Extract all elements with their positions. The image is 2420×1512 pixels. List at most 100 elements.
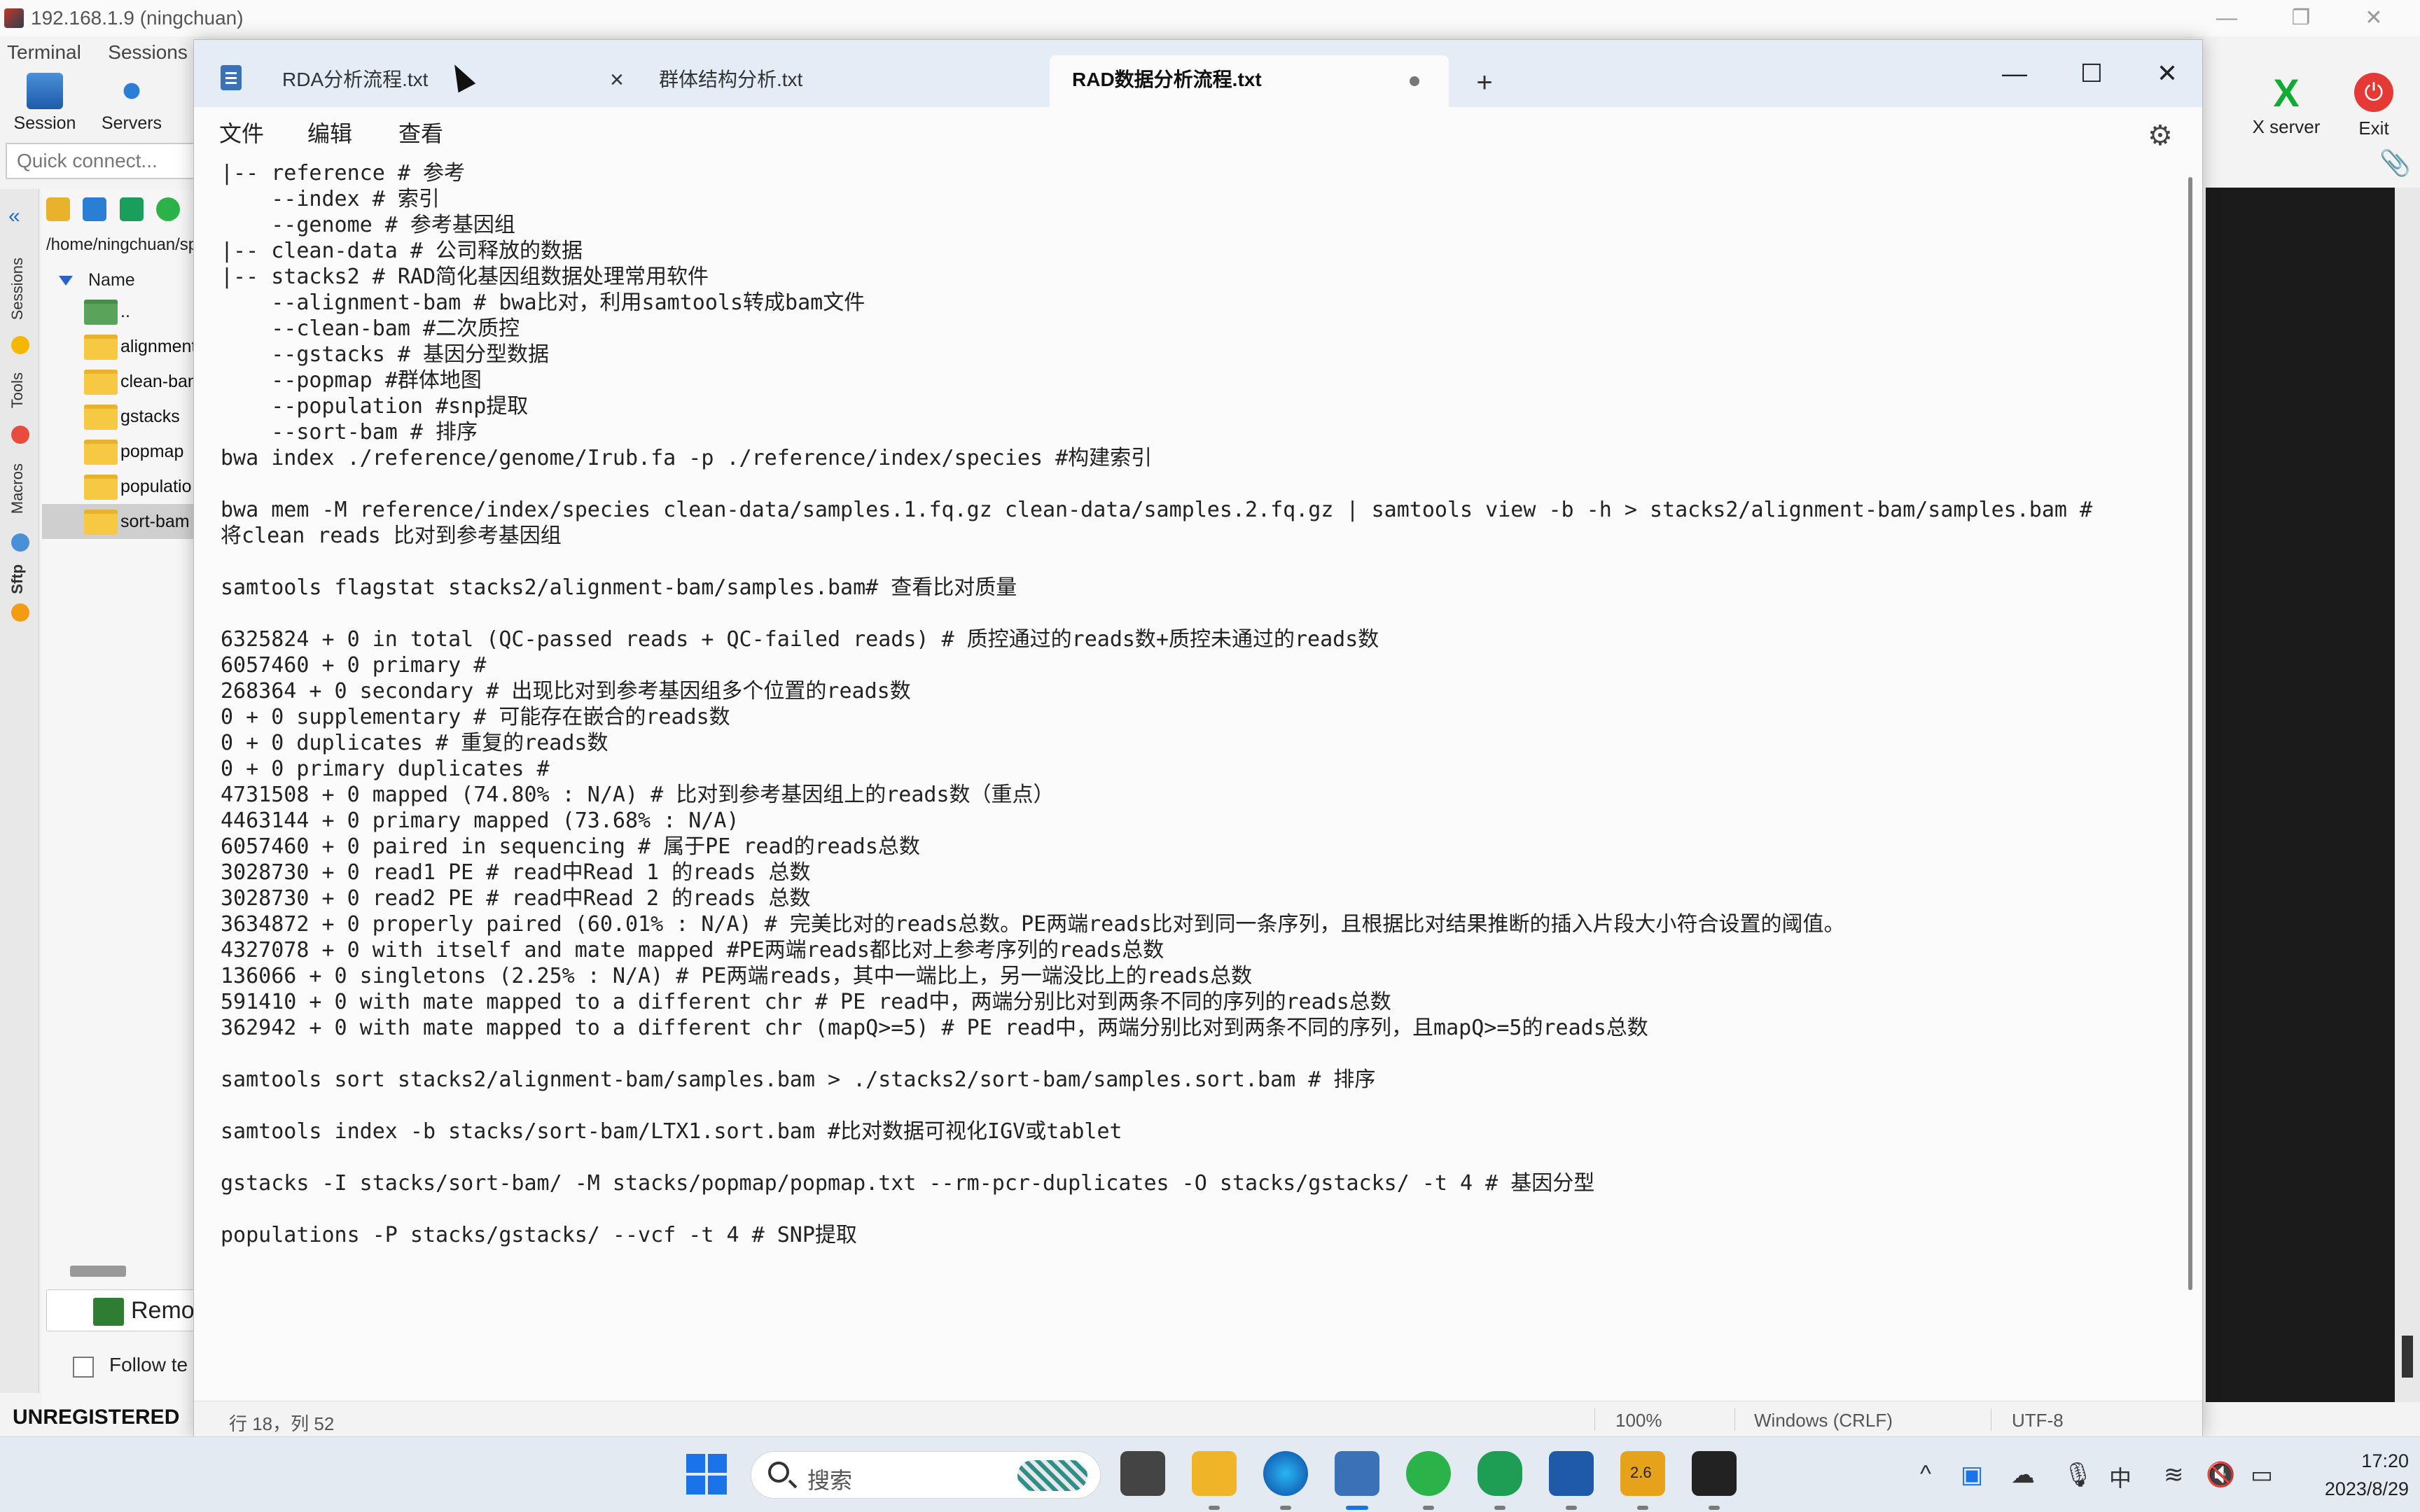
- text-line: --popmap #群体地图: [221, 368, 482, 393]
- tab-macros[interactable]: Macros: [8, 463, 27, 514]
- running-indicator: [1423, 1506, 1434, 1510]
- quick-connect-input[interactable]: Quick connect...: [6, 143, 195, 179]
- notepad-taskbar-icon[interactable]: [1335, 1451, 1379, 1510]
- refresh-icon[interactable]: [156, 197, 181, 221]
- exit-button[interactable]: ⏻ Exit: [2339, 70, 2409, 139]
- download-icon[interactable]: [83, 197, 107, 221]
- xserver-button[interactable]: XX server: [2248, 70, 2325, 138]
- tab-sessions[interactable]: Sessions: [8, 258, 27, 320]
- close-button[interactable]: ✕: [2339, 3, 2409, 34]
- task-view-icon[interactable]: [1120, 1451, 1165, 1496]
- remote-monitoring-button[interactable]: Remo: [46, 1289, 196, 1331]
- menu-terminal[interactable]: Terminal: [7, 36, 81, 69]
- tab-tools[interactable]: Tools: [8, 372, 27, 408]
- text-line: [221, 1093, 2092, 1119]
- sftp-folder-row-selected[interactable]: sort-bam: [42, 504, 196, 539]
- gear-icon[interactable]: ⚙: [2148, 120, 2173, 152]
- text-line: samtools index -b stacks/sort-bam/LTX1.s…: [221, 1119, 1122, 1144]
- notepad-minimize-button[interactable]: —: [1980, 52, 2050, 94]
- editor-vertical-scrollbar[interactable]: [2188, 177, 2192, 1290]
- scroll-thumb[interactable]: [2402, 1336, 2413, 1378]
- start-button[interactable]: [686, 1454, 727, 1494]
- tray-app-icon[interactable]: ▣: [1961, 1461, 1983, 1489]
- upload-icon[interactable]: [119, 197, 144, 221]
- running-indicator: [1566, 1506, 1577, 1510]
- ime-indicator[interactable]: 中: [2109, 1461, 2132, 1493]
- dolphin-app-icon[interactable]: [1477, 1451, 1522, 1510]
- sftp-path[interactable]: /home/ningchuan/sp: [46, 235, 197, 255]
- virtualbox-icon[interactable]: [1549, 1451, 1594, 1510]
- running-indicator: [1346, 1506, 1368, 1510]
- chevron-up-icon[interactable]: ^: [1920, 1461, 1931, 1488]
- terminal-scrollbar[interactable]: [2395, 188, 2420, 1402]
- sftp-toolbar: [46, 197, 190, 225]
- notepad-close-button[interactable]: ✕: [2132, 52, 2202, 94]
- speaker-muted-icon[interactable]: 🔇: [2206, 1461, 2235, 1489]
- menu-edit[interactable]: 编辑: [307, 107, 352, 160]
- file-name: alignment: [120, 337, 197, 356]
- terminal-area[interactable]: [2206, 188, 2395, 1402]
- mobaxterm-title: 192.168.1.9 (ningchuan): [31, 7, 244, 29]
- sftp-horizontal-scrollbar[interactable]: [70, 1266, 126, 1277]
- text-line: 362942 + 0 with mate mapped to a differe…: [221, 1016, 1648, 1040]
- wifi-icon[interactable]: ≋: [2164, 1461, 2184, 1489]
- folder-icon: [84, 475, 118, 500]
- file-explorer-icon[interactable]: [1192, 1451, 1237, 1510]
- unsaved-dot-icon[interactable]: [1410, 76, 1419, 86]
- tab-rad-active[interactable]: RAD数据分析流程.txt: [1050, 55, 1449, 107]
- line-ending[interactable]: Windows (CRLF): [1754, 1410, 1893, 1432]
- menu-view[interactable]: 查看: [398, 107, 443, 160]
- minimize-button[interactable]: —: [2192, 3, 2262, 34]
- menu-file[interactable]: 文件: [219, 107, 264, 160]
- sftp-folder-row[interactable]: populatio: [42, 469, 196, 504]
- text-line: --population #snp提取: [221, 394, 529, 419]
- app-badge-count: 2.6: [1630, 1464, 1652, 1481]
- sftp-parent-row[interactable]: ..: [42, 294, 196, 329]
- tab-rda[interactable]: RDA分析流程.txt ×: [260, 55, 631, 107]
- tab-sftp[interactable]: Sftp: [8, 564, 27, 594]
- notepad-menubar: 文件 编辑 查看 ⚙: [194, 107, 2202, 160]
- zoom-level[interactable]: 100%: [1615, 1410, 1662, 1432]
- monitor-graph-icon: [93, 1298, 124, 1326]
- running-indicator: [1709, 1506, 1720, 1510]
- text-line: 3634872 + 0 properly paired (60.01% : N/…: [221, 912, 1845, 937]
- notepad-maximize-button[interactable]: ☐: [2057, 52, 2127, 94]
- session-button[interactable]: Session: [3, 70, 87, 140]
- file-name: clean-ban: [120, 372, 197, 391]
- restore-button[interactable]: ❐: [2266, 3, 2336, 34]
- folder-icon: [84, 370, 118, 395]
- windows-logo-icon: [708, 1454, 727, 1473]
- text-line: 0 + 0 primary duplicates #: [221, 757, 550, 781]
- cloud-icon[interactable]: ☁: [2011, 1461, 2035, 1489]
- taskbar-search[interactable]: 搜索: [751, 1451, 1101, 1499]
- battery-icon[interactable]: ▭: [2251, 1461, 2273, 1489]
- sftp-folder-row[interactable]: alignment: [42, 329, 196, 364]
- encoding[interactable]: UTF-8: [2012, 1410, 2064, 1432]
- tab-population[interactable]: 群体结构分析.txt: [637, 55, 1015, 107]
- sftp-folder-row[interactable]: gstacks: [42, 399, 196, 434]
- close-tab-icon[interactable]: ×: [610, 55, 624, 104]
- edge-browser-icon[interactable]: [1263, 1451, 1308, 1510]
- text-line: [221, 1196, 2092, 1222]
- sftp-folder-row[interactable]: clean-ban: [42, 364, 197, 399]
- microphone-icon[interactable]: 🎙: [2063, 1461, 2093, 1489]
- paperclip-icon[interactable]: 📎: [2379, 148, 2411, 178]
- sftp-folder-row[interactable]: popmap: [42, 434, 196, 469]
- checkbox[interactable]: [73, 1357, 94, 1378]
- app-badge-icon[interactable]: 2.6: [1620, 1451, 1665, 1510]
- servers-button[interactable]: Servers: [90, 70, 174, 140]
- clock[interactable]: 17:20 2023/8/29: [2304, 1447, 2409, 1503]
- new-tab-button[interactable]: +: [1460, 58, 1509, 107]
- divider: [1734, 1408, 1735, 1431]
- xserver-label: X server: [2252, 116, 2321, 137]
- menu-sessions[interactable]: Sessions: [108, 36, 188, 69]
- text-line: --gstacks # 基因分型数据: [221, 342, 549, 367]
- notepad-statusbar: 行 18，列 52 100% Windows (CRLF) UTF-8: [194, 1401, 2202, 1437]
- folder-up-icon[interactable]: [46, 197, 70, 221]
- collapse-chevron-icon[interactable]: «: [8, 204, 20, 228]
- wechat-icon[interactable]: [1406, 1451, 1451, 1510]
- mobaxterm-taskbar-icon[interactable]: [1692, 1451, 1737, 1510]
- text-line: |-- stacks2 # RAD简化基因组数据处理常用软件: [221, 265, 709, 289]
- sftp-column-header[interactable]: Name: [59, 270, 135, 290]
- text-editor[interactable]: |-- reference # 参考 --index # 索引 --genome…: [194, 160, 2202, 1401]
